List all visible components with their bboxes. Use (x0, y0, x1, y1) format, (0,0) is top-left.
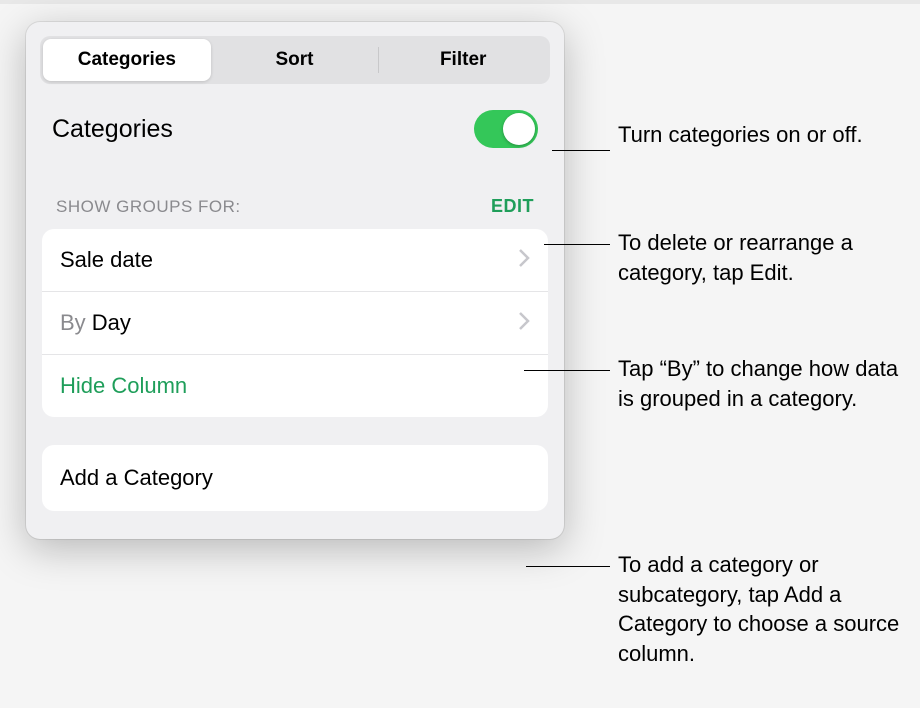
category-row-sale-date[interactable]: Sale date (42, 229, 548, 292)
callout-add: To add a category or subcategory, tap Ad… (618, 550, 918, 669)
callout-line (552, 150, 610, 151)
chevron-right-icon (518, 311, 530, 335)
callout-edit: To delete or rearrange a category, tap E… (618, 228, 918, 287)
group-by-label: By Day (60, 310, 131, 336)
tab-categories[interactable]: Categories (43, 39, 211, 81)
category-row-label: Sale date (60, 247, 153, 273)
category-list: Sale date By Day Hide Column (42, 229, 548, 417)
categories-header-row: Categories (40, 84, 550, 156)
callout-line (524, 370, 610, 371)
group-by-row[interactable]: By Day (42, 292, 548, 355)
hide-column-button[interactable]: Hide Column (42, 355, 548, 417)
tab-filter[interactable]: Filter (379, 39, 547, 81)
callout-by: Tap “By” to change how data is grouped i… (618, 354, 918, 413)
show-groups-header: SHOW GROUPS FOR: EDIT (40, 156, 550, 225)
view-segmented-control: Categories Sort Filter (40, 36, 550, 84)
callout-line (526, 566, 610, 567)
chevron-right-icon (518, 248, 530, 272)
toggle-knob (503, 113, 535, 145)
tab-sort[interactable]: Sort (211, 39, 379, 81)
categories-toggle[interactable] (474, 110, 538, 148)
callout-toggle: Turn categories on or off. (618, 120, 918, 150)
categories-popover: Categories Sort Filter Categories SHOW G… (26, 22, 564, 539)
edit-button[interactable]: EDIT (491, 196, 534, 217)
add-category-button[interactable]: Add a Category (42, 445, 548, 511)
callout-line (544, 244, 610, 245)
categories-title: Categories (52, 115, 173, 144)
show-groups-label: SHOW GROUPS FOR: (56, 197, 241, 217)
